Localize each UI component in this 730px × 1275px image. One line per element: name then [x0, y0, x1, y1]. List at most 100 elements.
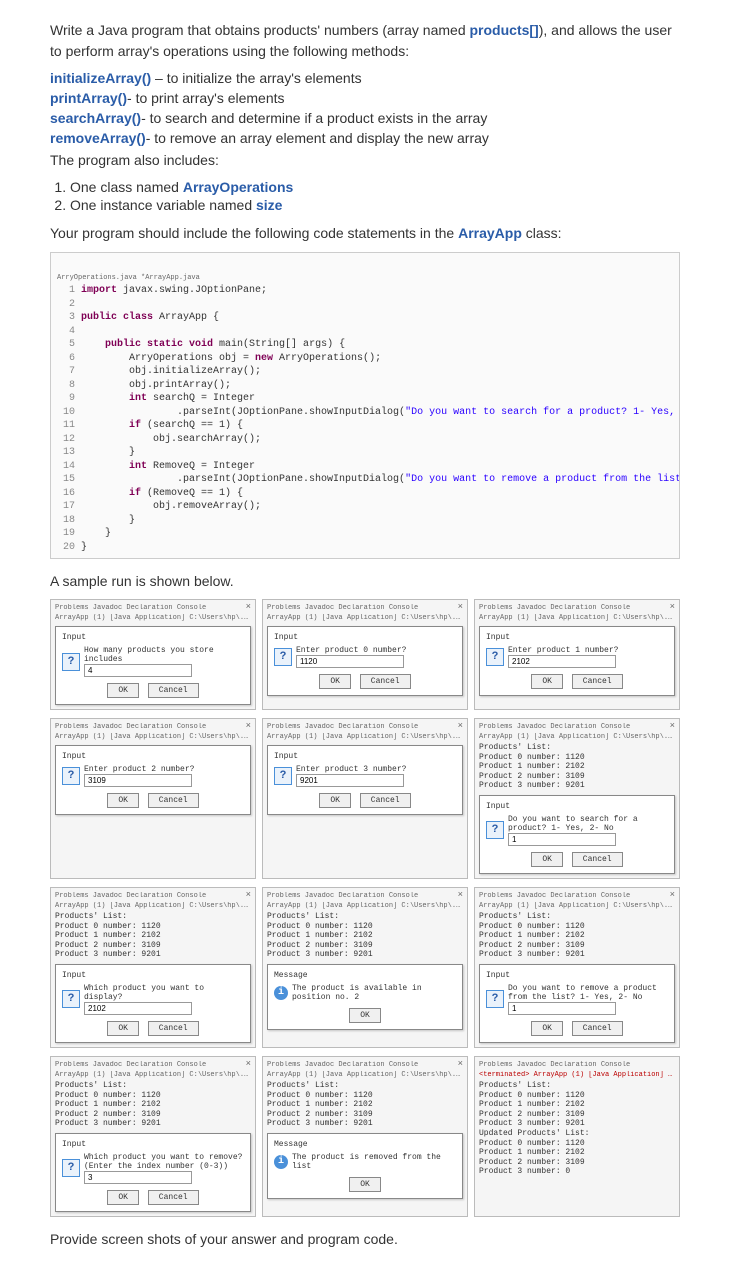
- dialog-input[interactable]: [84, 1002, 192, 1015]
- ok-button[interactable]: OK: [319, 793, 351, 808]
- dialog-which-remove: × Input ? Which product you want to remo…: [55, 1133, 251, 1212]
- question-icon: ?: [274, 648, 292, 666]
- dialog-which-display: × Input ? Which product you want to disp…: [55, 964, 251, 1043]
- cancel-button[interactable]: Cancel: [572, 852, 623, 867]
- method-name: printArray(): [50, 90, 127, 106]
- panel-path: ArrayApp (1) [Java Application] C:\Users…: [267, 902, 463, 910]
- panel-path: ArrayApp (1) [Java Application] C:\Users…: [479, 733, 675, 741]
- dialog-input[interactable]: [84, 774, 192, 787]
- method-name: removeArray(): [50, 130, 146, 146]
- question-icon: ?: [486, 648, 504, 666]
- dialog-prompt: Enter product 0 number?: [296, 646, 406, 655]
- close-icon[interactable]: ×: [246, 602, 251, 612]
- dialog-input[interactable]: [508, 833, 616, 846]
- question-icon: ?: [62, 653, 80, 671]
- cancel-button[interactable]: Cancel: [572, 674, 623, 689]
- sample-run-title: A sample run is shown below.: [50, 573, 680, 589]
- panel-path: ArrayApp (1) [Java Application] C:\Users…: [479, 614, 675, 622]
- dialog-input[interactable]: [296, 655, 404, 668]
- dialog-message: The product is available in position no.…: [292, 984, 456, 1002]
- dialog-input[interactable]: [84, 1171, 192, 1184]
- text: class:: [522, 225, 562, 241]
- close-icon[interactable]: ×: [670, 890, 675, 900]
- ok-button[interactable]: OK: [349, 1177, 381, 1192]
- dialog-input[interactable]: [508, 655, 616, 668]
- close-icon[interactable]: ×: [458, 890, 463, 900]
- panel-path: ArrayApp (1) [Java Application] C:\Users…: [55, 902, 251, 910]
- dialog-title: Input: [274, 752, 456, 761]
- close-icon[interactable]: ×: [458, 721, 463, 731]
- dialog-prompt: Which product you want to remove? (Enter…: [84, 1153, 244, 1171]
- panel-message-found: Problems Javadoc Declaration Console Arr…: [262, 887, 468, 1048]
- class-name: ArrayApp: [458, 225, 522, 241]
- panel-tabs: Problems Javadoc Declaration Console: [479, 1061, 675, 1069]
- cancel-button[interactable]: Cancel: [148, 1190, 199, 1205]
- question-icon: ?: [274, 767, 292, 785]
- close-icon[interactable]: ×: [670, 602, 675, 612]
- close-icon[interactable]: ×: [458, 1059, 463, 1069]
- ok-button[interactable]: OK: [107, 683, 139, 698]
- ok-button[interactable]: OK: [531, 1021, 563, 1036]
- panel-input-p1: Problems Javadoc Declaration Console Arr…: [474, 599, 680, 710]
- panel-path: ArrayApp (1) [Java Application] C:\Users…: [267, 733, 463, 741]
- ok-button[interactable]: OK: [107, 1021, 139, 1036]
- ok-button[interactable]: OK: [349, 1008, 381, 1023]
- question-icon: ?: [486, 821, 504, 839]
- close-icon[interactable]: ×: [458, 602, 463, 612]
- console-text: Products' List: Product 0 number: 1120 P…: [479, 912, 675, 960]
- dialog-prompt: Do you want to remove a product from the…: [508, 984, 668, 1002]
- intro-paragraph-1: Write a Java program that obtains produc…: [50, 20, 680, 62]
- cancel-button[interactable]: Cancel: [572, 1021, 623, 1036]
- footer-instruction: Provide screen shots of your answer and …: [50, 1231, 680, 1247]
- text: Your program should include the followin…: [50, 225, 458, 241]
- panel-input-p3: Problems Javadoc Declaration Console Arr…: [262, 718, 468, 879]
- console-text: Products' List: Product 0 number: 1120 P…: [479, 1081, 675, 1177]
- panel-tabs: Problems Javadoc Declaration Console: [267, 1061, 463, 1069]
- panel-input-count: Problems Javadoc Declaration Console Arr…: [50, 599, 256, 710]
- panel-path: ArrayApp (1) [Java Application] C:\Users…: [55, 1071, 251, 1079]
- close-icon[interactable]: ×: [670, 721, 675, 731]
- dialog-prompt: Which product you want to display?: [84, 984, 244, 1002]
- dialog-input[interactable]: [508, 1002, 616, 1015]
- ok-button[interactable]: OK: [531, 852, 563, 867]
- products-array: products[]: [470, 22, 539, 38]
- panel-removed-msg: Problems Javadoc Declaration Console Arr…: [262, 1056, 468, 1217]
- ok-button[interactable]: OK: [531, 674, 563, 689]
- method-name: initializeArray(): [50, 70, 151, 86]
- panel-final-console: Problems Javadoc Declaration Console <te…: [474, 1056, 680, 1217]
- cancel-button[interactable]: Cancel: [148, 683, 199, 698]
- close-icon[interactable]: ×: [246, 721, 251, 731]
- dialog-title: Input: [486, 633, 668, 642]
- panel-tabs: Problems Javadoc Declaration Console: [55, 604, 251, 612]
- method-search: searchArray()- to search and determine i…: [50, 110, 680, 126]
- method-desc: - to search and determine if a product e…: [141, 110, 487, 126]
- panel-tabs: Problems Javadoc Declaration Console: [479, 723, 675, 731]
- cancel-button[interactable]: Cancel: [360, 793, 411, 808]
- panel-row-3: Problems Javadoc Declaration Console Arr…: [50, 887, 680, 1048]
- code-editor: ArryOperations.java *ArrayApp.java 1impo…: [50, 252, 680, 559]
- ok-button[interactable]: OK: [107, 793, 139, 808]
- panel-tabs: Problems Javadoc Declaration Console: [55, 1061, 251, 1069]
- cancel-button[interactable]: Cancel: [148, 1021, 199, 1036]
- dialog-title: Input: [274, 633, 456, 642]
- cancel-button[interactable]: Cancel: [360, 674, 411, 689]
- close-icon[interactable]: ×: [246, 890, 251, 900]
- dialog-input[interactable]: [296, 774, 404, 787]
- dialog-input[interactable]: [84, 664, 192, 677]
- question-icon: ?: [62, 767, 80, 785]
- list-item: One instance variable named size: [70, 197, 680, 213]
- terminated-label: <terminated> ArrayApp (1) [Java Applicat…: [479, 1071, 675, 1079]
- close-icon[interactable]: ×: [246, 1059, 251, 1069]
- panel-input-p0: Problems Javadoc Declaration Console Arr…: [262, 599, 468, 710]
- dialog-title: Input: [486, 971, 668, 980]
- dialog-search-q: × Input ? Do you want to search for a pr…: [479, 795, 675, 874]
- text: One instance variable named: [70, 197, 256, 213]
- ok-button[interactable]: OK: [107, 1190, 139, 1205]
- console-text: Products' List: Product 0 number: 1120 P…: [479, 743, 675, 791]
- ok-button[interactable]: OK: [319, 674, 351, 689]
- info-icon: i: [274, 986, 288, 1000]
- dialog-p2: × Input ? Enter product 2 number? OK Can…: [55, 745, 251, 815]
- cancel-button[interactable]: Cancel: [148, 793, 199, 808]
- text: Write a Java program that obtains produc…: [50, 22, 470, 38]
- panel-tabs: Problems Javadoc Declaration Console: [479, 892, 675, 900]
